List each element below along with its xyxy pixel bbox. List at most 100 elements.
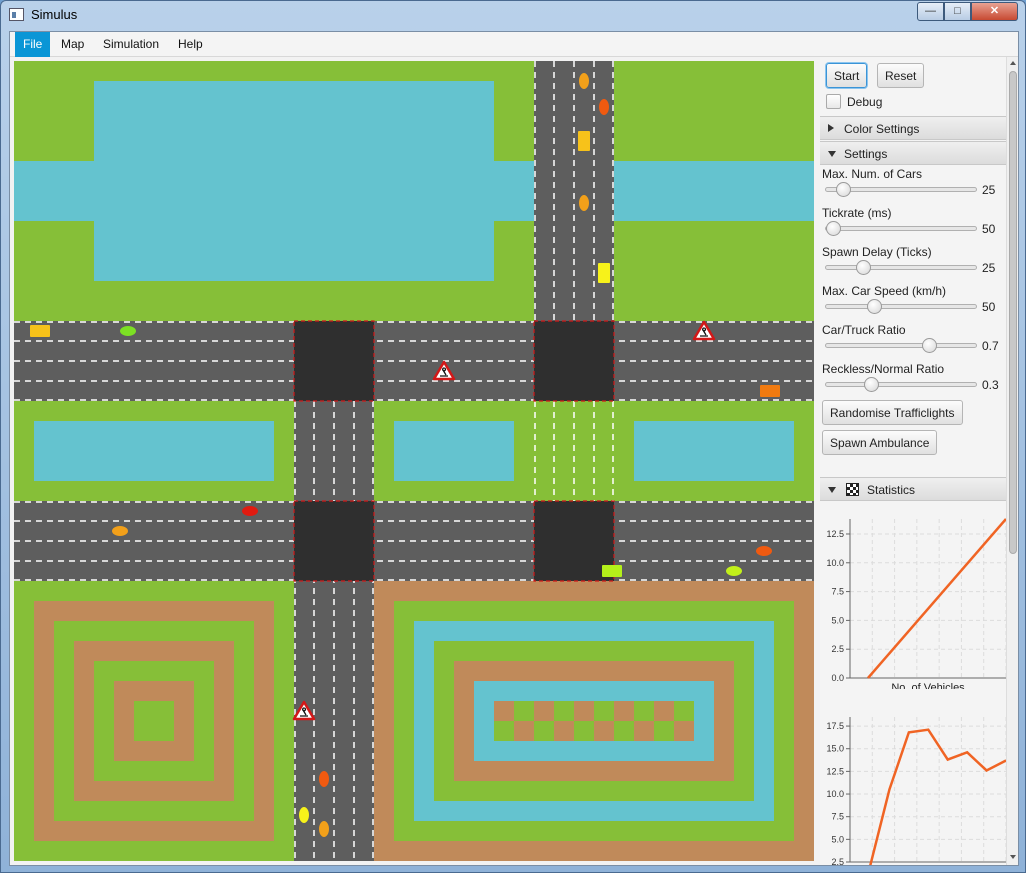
scroll-down-icon[interactable] (1010, 855, 1016, 859)
slider-thumb[interactable] (856, 260, 872, 275)
start-button[interactable]: Start (826, 63, 868, 88)
statistics-icon (846, 483, 859, 496)
statistics-pane[interactable]: Statistics (820, 477, 1006, 501)
y-tick-label: 12.5 (826, 529, 844, 539)
slider-thumb[interactable] (921, 338, 937, 353)
y-tick-label: 2.5 (831, 857, 844, 865)
car (579, 195, 589, 211)
settings-pane[interactable]: Settings (820, 141, 1006, 165)
settings-panel: Start Reset Debug Color Settings Setting… (820, 57, 1006, 865)
checker-tile (554, 721, 574, 741)
slider-value: 25 (982, 183, 996, 197)
slider-track[interactable] (825, 226, 977, 231)
simulation-map[interactable] (14, 61, 814, 861)
y-tick-label: 5.0 (831, 834, 844, 844)
truck (598, 263, 610, 283)
minimize-button[interactable]: — (917, 2, 944, 21)
slider-label: Tickrate (ms) (822, 206, 892, 220)
car (242, 506, 258, 516)
spawn-ambulance-button[interactable]: Spawn Ambulance (822, 430, 938, 455)
debug-label: Debug (847, 95, 883, 109)
field-ring (134, 701, 174, 741)
vehicles-chart: 0.0 2.5 5.0 7.5 10.0 12.5 No. of Vehicles (826, 518, 1006, 689)
color-settings-title: Color Settings (844, 122, 920, 136)
checker-tile (574, 701, 594, 721)
checker-tile (674, 721, 694, 741)
menu-map[interactable]: Map (53, 32, 92, 57)
y-tick-label: 10.0 (826, 558, 844, 568)
map-canvas[interactable] (14, 61, 814, 861)
slider-track[interactable] (825, 343, 977, 348)
scroll-up-icon[interactable] (1010, 61, 1016, 65)
close-button[interactable]: ✕ (971, 2, 1018, 21)
title-bar[interactable]: Simulus — □ ✕ (1, 1, 1025, 31)
truck (578, 131, 590, 151)
chevron-down-icon (828, 151, 836, 157)
menu-simulation[interactable]: Simulation (95, 32, 167, 57)
y-tick-label: 0.0 (831, 673, 844, 683)
reset-button[interactable]: Reset (877, 63, 925, 88)
slider-track[interactable] (825, 304, 977, 309)
slider-label: Car/Truck Ratio (822, 323, 906, 337)
randomise-trafficlights-button[interactable]: Randomise Trafficlights (822, 400, 963, 425)
menu-file[interactable]: File (15, 32, 51, 57)
car (756, 546, 772, 556)
slider-value: 0.7 (982, 339, 999, 353)
series-line (869, 728, 1006, 865)
y-tick-label: 17.5 (826, 721, 844, 731)
chevron-down-icon (828, 487, 836, 493)
scroll-thumb[interactable] (1009, 71, 1017, 554)
slider-thumb[interactable] (867, 299, 883, 314)
series-line (867, 518, 1006, 679)
truck (30, 325, 50, 337)
slider-label: Max. Car Speed (km/h) (822, 284, 947, 298)
checker-tile (594, 721, 614, 741)
car (726, 566, 742, 576)
checker-tile (614, 701, 634, 721)
slider-thumb[interactable] (826, 221, 841, 236)
intersection (294, 501, 374, 581)
car (579, 73, 589, 89)
car (319, 821, 329, 837)
car (299, 807, 309, 823)
window-title: Simulus (31, 7, 78, 22)
maximize-button[interactable]: □ (944, 2, 971, 21)
settings-title: Settings (844, 147, 888, 161)
slider-value: 50 (982, 222, 996, 236)
truck (760, 385, 780, 397)
slider-label: Max. Num. of Cars (822, 167, 923, 181)
menu-help[interactable]: Help (170, 32, 211, 57)
checker-tile (514, 721, 534, 741)
y-tick-label: 7.5 (831, 587, 844, 597)
pond (634, 421, 794, 481)
y-tick-label: 2.5 (831, 644, 844, 654)
y-tick-label: 5.0 (831, 615, 844, 625)
slider-label: Spawn Delay (Ticks) (822, 245, 932, 259)
color-settings-pane[interactable]: Color Settings (820, 116, 1006, 140)
slider-thumb[interactable] (864, 377, 880, 392)
y-tick-label: 15.0 (826, 744, 844, 754)
slider-value: 25 (982, 261, 996, 275)
truck (602, 565, 622, 577)
slider-value: 0.3 (982, 378, 999, 392)
intersection (534, 321, 614, 401)
client-area: File Map Simulation Help Start Reset Deb… (9, 31, 1019, 866)
y-tick-label: 12.5 (826, 766, 844, 776)
slider-track[interactable] (825, 265, 977, 270)
slider-label: Reckless/Normal Ratio (822, 362, 945, 376)
slider-value: 50 (982, 300, 996, 314)
x-axis-label: No. of Vehicles (891, 682, 965, 689)
checker-tile (654, 701, 674, 721)
car (112, 526, 128, 536)
car (599, 99, 609, 115)
car (120, 326, 136, 336)
speed-chart: 2.5 5.0 7.5 10.0 12.5 15.0 17.5 (826, 717, 1006, 865)
intersection (294, 321, 374, 401)
slider-track[interactable] (825, 382, 977, 387)
checker-tile (494, 701, 514, 721)
checker-tile (534, 701, 554, 721)
river (14, 161, 814, 221)
debug-checkbox[interactable] (826, 94, 841, 109)
slider-thumb[interactable] (835, 182, 851, 197)
panel-scrollbar[interactable] (1006, 57, 1018, 865)
